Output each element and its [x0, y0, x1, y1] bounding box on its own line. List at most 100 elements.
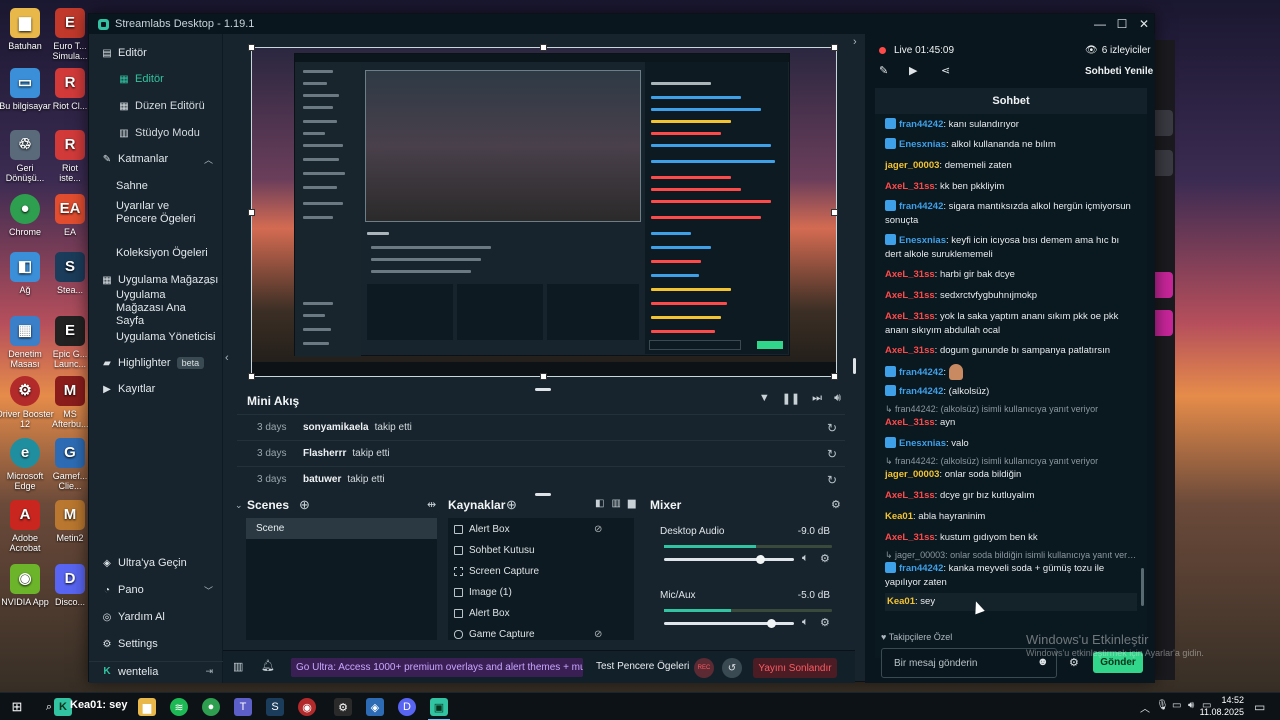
volume-slider[interactable]: [664, 555, 794, 564]
skip-icon[interactable]: ⏭: [812, 392, 822, 405]
sidebar-item-ultra[interactable]: ◈ Ultra'ya Geçin: [89, 554, 223, 572]
scene-transition-icon[interactable]: ⇹: [427, 498, 436, 511]
eye-off-icon[interactable]: ⊘: [594, 629, 602, 640]
resize-handle[interactable]: [248, 44, 255, 51]
replay-icon[interactable]: ↻: [827, 447, 837, 461]
resize-handle[interactable]: [831, 209, 838, 216]
add-source-icon[interactable]: ⊕: [506, 497, 517, 513]
source-item[interactable]: Alert Box ⊘: [454, 520, 602, 538]
desktop-icon[interactable]: ♲ Geri Dönüşü...: [0, 130, 54, 184]
sidebar-section-layers[interactable]: ✎ Katmanlar ︿: [89, 150, 223, 168]
desktop-icon[interactable]: R Riot iste...: [52, 130, 88, 184]
steam-icon[interactable]: S: [266, 698, 284, 716]
desktop-icon[interactable]: EA EA: [52, 194, 88, 237]
ultra-promo-banner[interactable]: Go Ultra: Access 1000+ premium overlays …: [291, 658, 583, 677]
replay-buffer-icon[interactable]: ↺: [722, 658, 742, 678]
streamlabs-icon[interactable]: ▣: [430, 698, 448, 716]
add-scene-icon[interactable]: ⊕: [299, 497, 310, 513]
sidebar-item-app-manager[interactable]: Uygulama Yöneticisi: [89, 328, 223, 346]
source-item[interactable]: Image (1): [454, 583, 512, 601]
panel-resize-handle[interactable]: [535, 493, 551, 496]
desktop-icon[interactable]: S Stea...: [52, 252, 88, 295]
replay-icon[interactable]: ↻: [827, 421, 837, 435]
resize-handle[interactable]: [831, 373, 838, 380]
driver-booster-icon[interactable]: ◉: [298, 698, 316, 716]
chat-scrollbar[interactable]: [1141, 568, 1144, 606]
desktop-icon[interactable]: ⚙ Driver Booster 12: [0, 376, 54, 430]
sidebar-section-app-store[interactable]: ▦ Uygulama Mağazası ︿: [89, 271, 223, 289]
share-icon[interactable]: ⋖: [941, 64, 950, 77]
desktop-icon[interactable]: e Microsoft Edge: [0, 438, 54, 492]
sidebar-section-editor[interactable]: ▤ Editör: [89, 44, 223, 62]
volume-slider[interactable]: [664, 619, 794, 628]
source-item[interactable]: Sohbet Kutusu: [454, 541, 535, 559]
desktop-icon[interactable]: E Epic G... Launc...: [52, 316, 88, 370]
desktop-icon[interactable]: ▦ Denetim Masası: [0, 316, 54, 370]
sidebar-item-alerts[interactable]: Uyarılar ve Pencere Ögeleri: [89, 199, 223, 227]
desktop-icon[interactable]: A Adobe Acrobat: [0, 500, 54, 554]
channel-settings-icon[interactable]: ⚙: [820, 616, 830, 629]
desktop-icon[interactable]: E Euro T... Simula...: [52, 8, 88, 62]
end-stream-button[interactable]: Yayını Sonlandır: [753, 658, 837, 678]
mixer-settings-icon[interactable]: ⚙: [831, 498, 841, 511]
discord-icon[interactable]: D: [398, 698, 416, 716]
source-filter-icon[interactable]: ◧: [595, 498, 604, 509]
desktop-icon[interactable]: D Disco...: [52, 564, 88, 607]
test-widgets-button[interactable]: Test Pencere Ögeleri: [596, 661, 689, 672]
sidebar-item-help[interactable]: ◎ Yardım Al: [89, 608, 223, 626]
desktop-icon[interactable]: ▆ Batuhan: [0, 8, 54, 51]
edit-stream-icon[interactable]: ✎: [879, 64, 888, 77]
chrome-icon[interactable]: ●: [202, 698, 220, 716]
notifications-icon[interactable]: 🔔︎: [261, 659, 275, 672]
sidebar-item-editor[interactable]: ▦ Editör: [89, 70, 223, 88]
start-icon[interactable]: ⊞: [8, 698, 26, 716]
app-icon[interactable]: ◈: [366, 698, 384, 716]
desktop-icon[interactable]: ● Chrome: [0, 194, 54, 237]
speaker-icon[interactable]: 🔈︎: [802, 616, 809, 629]
vertical-resize-handle[interactable]: [853, 358, 856, 374]
volume-knob[interactable]: [766, 619, 776, 628]
title-bar[interactable]: Streamlabs Desktop - 1.19.1 — ☐ ✕: [89, 14, 1154, 34]
collapse-left-icon[interactable]: ‹: [225, 352, 229, 364]
stats-icon[interactable]: ▥: [233, 660, 243, 673]
folder-icon[interactable]: ▆: [628, 498, 636, 509]
sidebar-item-highlighter[interactable]: ▰ Highlighter beta: [89, 354, 223, 372]
sidebar-item-store-home[interactable]: Uygulama Mağazası Ana Sayfa: [89, 289, 223, 327]
network-icon[interactable]: ▭: [1172, 700, 1181, 711]
microphone-icon[interactable]: 🎙︎: [1156, 700, 1169, 711]
channel-settings-icon[interactable]: ⚙: [820, 552, 830, 565]
close-button[interactable]: ✕: [1133, 14, 1155, 34]
desktop-icon[interactable]: R Riot Cl...: [52, 68, 88, 111]
desktop-icon[interactable]: G Gamef... Clie...: [52, 438, 88, 492]
notification-center-icon[interactable]: ▭: [1254, 700, 1265, 714]
maximize-button[interactable]: ☐: [1111, 14, 1133, 34]
resize-handle[interactable]: [248, 373, 255, 380]
replay-icon[interactable]: ↻: [827, 473, 837, 487]
logout-icon[interactable]: ⇥: [205, 666, 213, 677]
volume-icon[interactable]: 🔊︎: [1188, 700, 1194, 711]
stream-preview[interactable]: [251, 47, 837, 377]
record-button[interactable]: REC: [694, 658, 714, 678]
volume-knob[interactable]: [756, 555, 766, 564]
sidebar-item-collection[interactable]: Koleksiyon Ögeleri: [89, 244, 223, 262]
source-item[interactable]: Screen Capture: [454, 562, 539, 580]
collapse-right-icon[interactable]: ›: [853, 36, 857, 48]
spotify-icon[interactable]: ≋: [170, 698, 188, 716]
camera-icon[interactable]: ▶: [909, 64, 917, 77]
desktop-icon[interactable]: ▭ Bu bilgisayar: [0, 68, 54, 111]
clock-time[interactable]: 14:52: [1204, 695, 1244, 705]
file-explorer-icon[interactable]: ▆: [138, 698, 156, 716]
collapse-icon[interactable]: ⌄: [235, 500, 243, 511]
scene-item[interactable]: Scene: [246, 518, 437, 539]
desktop-icon[interactable]: M Metin2: [52, 500, 88, 543]
sidebar-item-studio-mode[interactable]: ▥ Stüdyo Modu: [89, 124, 223, 142]
sidebar-item-recordings[interactable]: ▶ Kayıtlar: [89, 380, 223, 398]
minimize-button[interactable]: —: [1089, 14, 1111, 34]
sidebar-item-settings[interactable]: ⚙ Settings: [89, 635, 223, 653]
refresh-chat-button[interactable]: Sohbeti Yenile: [1085, 66, 1153, 77]
source-group-icon[interactable]: ▥: [611, 498, 620, 509]
sidebar-item-dashboard[interactable]: ◔ Pano ﹀: [89, 581, 223, 599]
source-item[interactable]: Alert Box: [454, 604, 510, 622]
volume-icon[interactable]: 🔊︎: [834, 392, 841, 405]
resize-handle[interactable]: [540, 373, 547, 380]
